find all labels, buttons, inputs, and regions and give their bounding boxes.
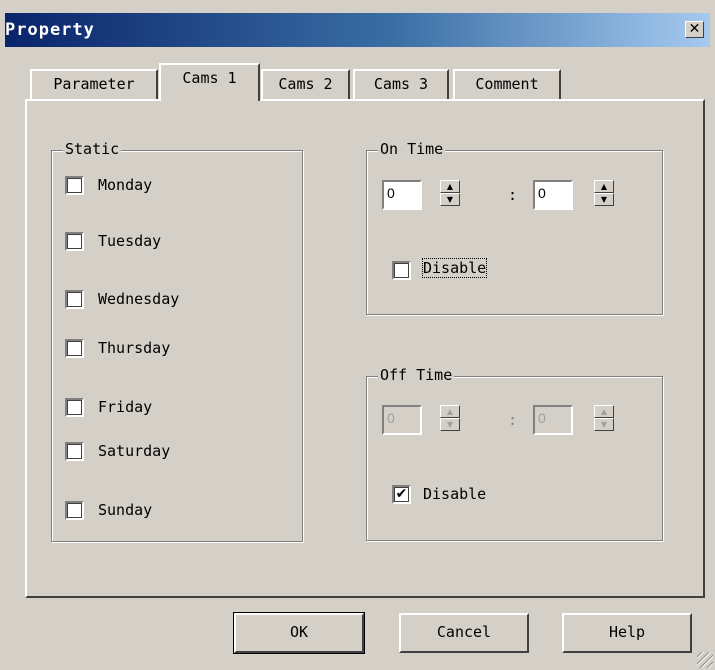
on-time-separator: : — [508, 186, 518, 204]
tab-cams-3[interactable]: Cams 3 — [353, 69, 449, 99]
close-button[interactable]: ✕ — [685, 21, 704, 38]
sunday-label: Sunday — [98, 501, 153, 519]
on-time-hours-input[interactable]: 0 — [382, 180, 422, 210]
close-icon: ✕ — [688, 21, 701, 37]
on-time-minutes-input[interactable]: 0 — [533, 180, 573, 210]
off-time-minutes-spinner[interactable]: ▲ ▼ — [594, 405, 614, 435]
off-time-hours-input[interactable]: 0 — [382, 405, 422, 435]
on-time-group — [366, 150, 663, 315]
resize-grip[interactable] — [697, 652, 713, 668]
off-time-separator: : — [508, 411, 518, 429]
spin-down-icon[interactable]: ▼ — [594, 418, 614, 431]
tuesday-label: Tuesday — [98, 232, 162, 250]
spin-up-icon[interactable]: ▲ — [594, 405, 614, 418]
tab-comment[interactable]: Comment — [453, 69, 561, 99]
static-group — [51, 150, 303, 542]
off-time-group — [366, 376, 663, 541]
on-time-hours-spinner[interactable]: ▲ ▼ — [440, 180, 460, 210]
off-time-disable-checkbox[interactable]: ✔ — [392, 485, 411, 504]
tab-cams-1[interactable]: Cams 1 — [159, 63, 260, 101]
on-time-minutes-spinner[interactable]: ▲ ▼ — [594, 180, 614, 210]
monday-checkbox[interactable] — [65, 176, 84, 195]
wednesday-checkbox[interactable] — [65, 290, 84, 309]
ok-button[interactable]: OK — [233, 612, 365, 654]
tab-cams-2[interactable]: Cams 2 — [261, 69, 350, 99]
spin-up-icon[interactable]: ▲ — [440, 405, 460, 418]
top-strip — [0, 0, 715, 12]
window-title: Property — [5, 20, 95, 40]
cancel-button[interactable]: Cancel — [399, 613, 529, 653]
spin-down-icon[interactable]: ▼ — [594, 193, 614, 206]
wednesday-label: Wednesday — [98, 290, 180, 308]
checkmark-icon: ✔ — [395, 486, 408, 502]
saturday-label: Saturday — [98, 442, 171, 460]
tab-parameter[interactable]: Parameter — [30, 69, 158, 99]
title-bar — [5, 13, 710, 47]
static-group-label: Static — [63, 140, 122, 158]
thursday-checkbox[interactable] — [65, 339, 84, 358]
help-button[interactable]: Help — [562, 613, 692, 653]
friday-checkbox[interactable] — [65, 398, 84, 417]
off-time-hours-spinner[interactable]: ▲ ▼ — [440, 405, 460, 435]
tuesday-checkbox[interactable] — [65, 232, 84, 251]
spin-down-icon[interactable]: ▼ — [440, 418, 460, 431]
off-time-label: Off Time — [378, 366, 455, 384]
spin-down-icon[interactable]: ▼ — [440, 193, 460, 206]
spin-up-icon[interactable]: ▲ — [440, 180, 460, 193]
friday-label: Friday — [98, 398, 153, 416]
saturday-checkbox[interactable] — [65, 442, 84, 461]
spin-up-icon[interactable]: ▲ — [594, 180, 614, 193]
off-time-minutes-input[interactable]: 0 — [533, 405, 573, 435]
off-time-disable-label: Disable — [423, 485, 487, 503]
sunday-checkbox[interactable] — [65, 501, 84, 520]
on-time-disable-checkbox[interactable] — [392, 261, 411, 280]
monday-label: Monday — [98, 176, 153, 194]
on-time-label: On Time — [378, 140, 446, 158]
thursday-label: Thursday — [98, 339, 171, 357]
on-time-disable-label: Disable — [421, 258, 488, 278]
